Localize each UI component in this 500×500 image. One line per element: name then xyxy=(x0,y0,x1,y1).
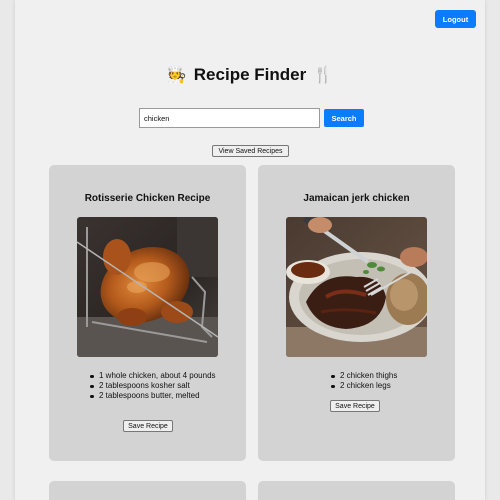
fork-knife-icon: 🍴 xyxy=(313,66,334,84)
view-saved-recipes-button[interactable]: View Saved Recipes xyxy=(212,145,289,157)
recipe-title: Rotisserie Chicken Recipe xyxy=(84,193,211,204)
recipe-title: Jamaican jerk chicken xyxy=(303,193,410,204)
recipe-image xyxy=(286,217,427,357)
ingredient-item: 2 tablespoons kosher salt xyxy=(90,381,229,391)
recipe-card: Jamaican jerk chicken 2 chicken thighs 2… xyxy=(258,165,455,461)
search-input[interactable] xyxy=(139,108,320,128)
page-title-text: Recipe Finder xyxy=(193,64,307,84)
ingredient-list: 2 chicken thighs 2 chicken legs xyxy=(328,371,450,391)
ingredient-item: 2 tablespoons butter, melted xyxy=(90,391,229,401)
logout-button[interactable]: Logout xyxy=(435,10,476,28)
recipe-image xyxy=(77,217,218,357)
recipe-card xyxy=(258,481,455,500)
recipe-card: Rotisserie Chicken Recipe 1 whole chicke… xyxy=(49,165,246,461)
chef-icon: 🧑‍🍳 xyxy=(166,66,187,84)
app-page: Logout 🧑‍🍳 Recipe Finder 🍴 Search View Sav… xyxy=(15,0,485,500)
save-recipe-button[interactable]: Save Recipe xyxy=(330,400,380,412)
ingredient-item: 2 chicken thighs xyxy=(331,371,450,381)
ingredient-item: 1 whole chicken, about 4 pounds xyxy=(90,371,229,381)
ingredient-item: 2 chicken legs xyxy=(331,381,450,391)
ingredient-list: 1 whole chicken, about 4 pounds 2 tables… xyxy=(87,371,229,401)
save-recipe-button[interactable]: Save Recipe xyxy=(123,420,173,432)
search-bar: Search xyxy=(139,108,379,128)
page-title: 🧑‍🍳 Recipe Finder 🍴 xyxy=(15,64,485,85)
search-button[interactable]: Search xyxy=(324,109,364,127)
recipe-card xyxy=(49,481,246,500)
